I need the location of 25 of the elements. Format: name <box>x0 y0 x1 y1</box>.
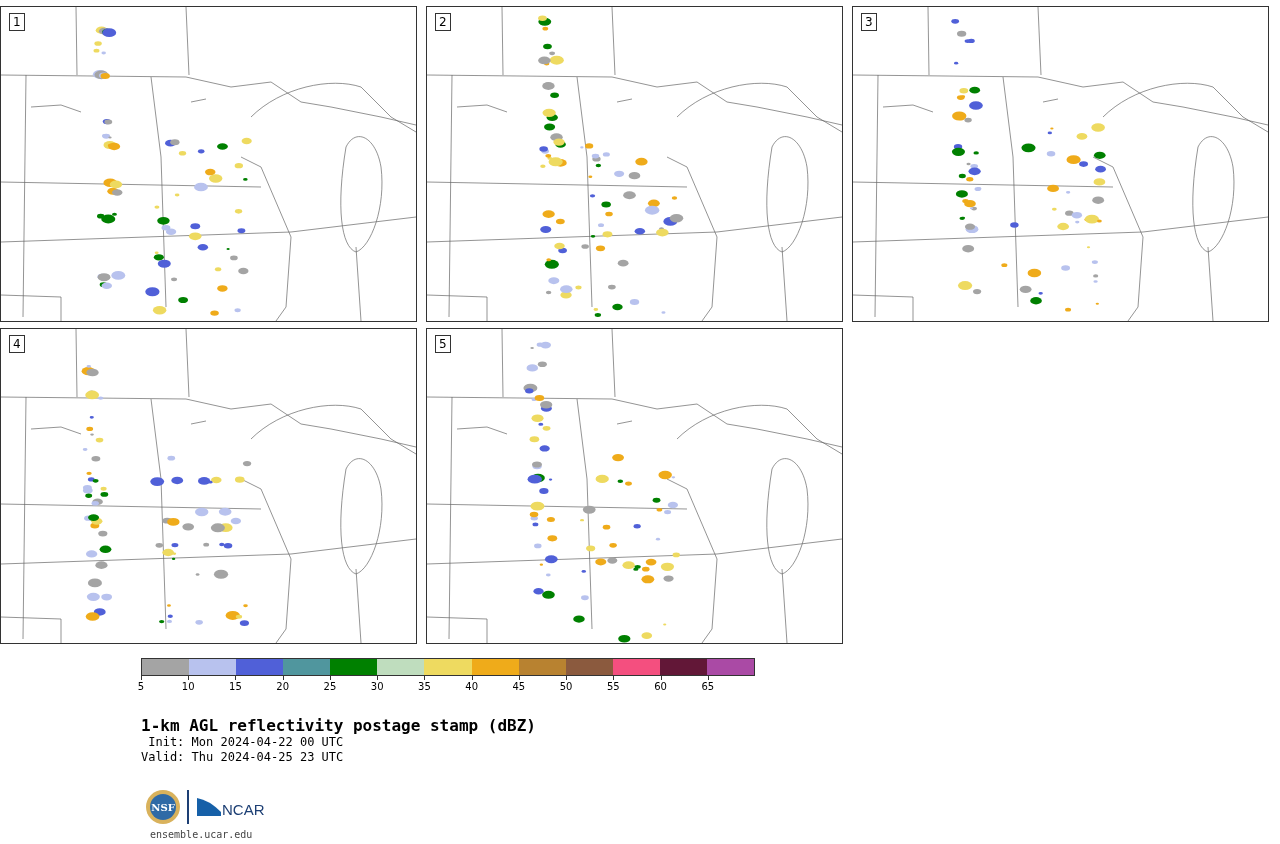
scale-tick-label: 65 <box>701 681 715 692</box>
scale-tick-label: 25 <box>323 681 337 692</box>
scale-tick-label: 15 <box>229 681 242 692</box>
scale-tick-label: 35 <box>418 681 431 692</box>
scale-tick-label: 30 <box>370 681 384 692</box>
website-url: ensemble.ucar.edu <box>149 829 254 840</box>
chart-title: 1-km AGL reflectivity postage stamp (dBZ) <box>141 717 537 735</box>
panel-number: 1 <box>9 13 25 31</box>
valid-time: Valid: Thu 2024-04-25 23 UTC <box>141 750 345 765</box>
panel-number: 3 <box>861 13 877 31</box>
swoosh-logo: NCAR <box>195 796 269 818</box>
scale-tick-label: 60 <box>654 681 667 692</box>
scale-tick-label: 55 <box>607 681 620 692</box>
scale-tick-label: 20 <box>276 681 290 692</box>
panel-number: 2 <box>435 13 451 31</box>
scale-tick-label: 50 <box>559 681 573 692</box>
divider-line-icon <box>187 790 189 824</box>
scale-tick-label: 5 <box>137 681 145 692</box>
init-time: Init: Mon 2024-04-22 00 UTC <box>147 735 345 750</box>
panel-number: 5 <box>435 335 451 353</box>
scale-tick-label: 45 <box>512 681 526 692</box>
panel-number: 4 <box>9 335 25 353</box>
seal-logo: NSF <box>145 789 181 825</box>
scale-tick-label: 40 <box>465 681 478 692</box>
scale-tick-label: 10 <box>181 681 195 692</box>
